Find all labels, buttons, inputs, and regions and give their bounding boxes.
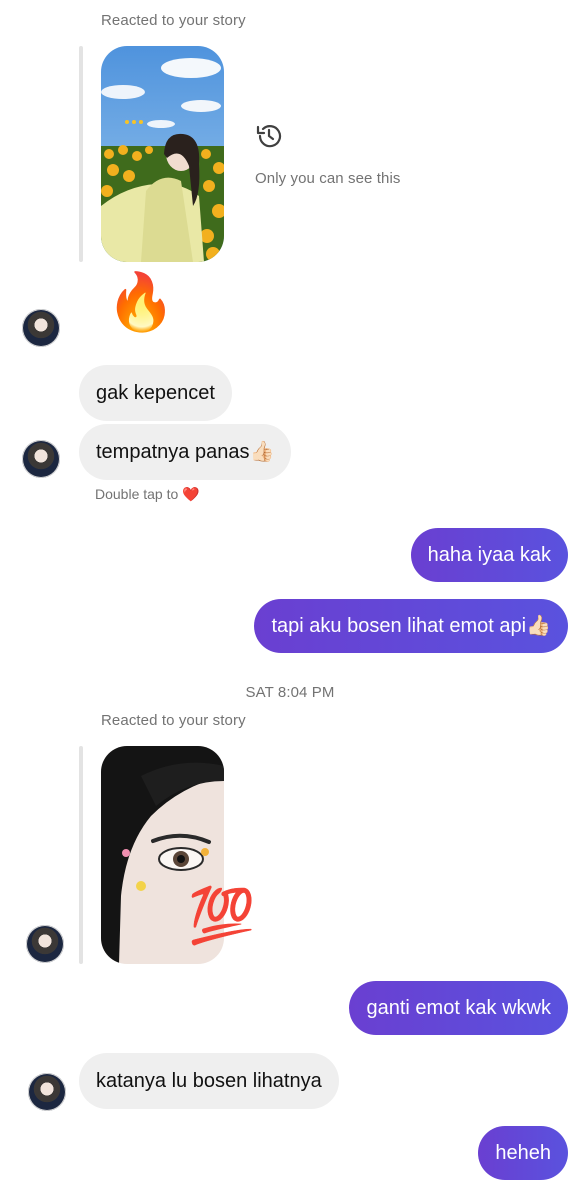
outgoing-message-bubble[interactable]: haha iyaa kak (410, 528, 568, 582)
outgoing-message-bubble[interactable]: tapi aku bosen lihat emot api👍🏻 (254, 599, 568, 653)
contact-avatar[interactable] (26, 925, 64, 963)
story-reaction-label: Reacted to your story (101, 712, 246, 729)
story-image (101, 46, 224, 262)
contact-avatar[interactable] (28, 1073, 66, 1111)
history-icon (254, 121, 284, 151)
contact-avatar[interactable] (22, 440, 60, 478)
story-reaction-label: Reacted to your story (101, 12, 246, 29)
story-reply-bar (79, 746, 83, 964)
hundred-reaction-emoji: 💯 (188, 884, 256, 947)
outgoing-message-bubble[interactable]: ganti emot kak wkwk (349, 981, 568, 1035)
fire-reaction-emoji: 🔥 (106, 270, 176, 335)
outgoing-message-bubble[interactable]: heheh (478, 1126, 568, 1180)
heart-icon: ❤️ (182, 487, 200, 503)
contact-avatar[interactable] (22, 309, 60, 347)
incoming-message-bubble[interactable]: tempatnya panas👍🏻 (79, 424, 292, 480)
message-timestamp: SAT 8:04 PM (245, 684, 335, 701)
double-tap-hint: Double tap to ❤️ (95, 486, 200, 503)
story-thumbnail-sunflower[interactable] (101, 46, 224, 262)
incoming-message-bubble[interactable]: katanya lu bosen lihatnya (79, 1053, 339, 1109)
story-reply-bar (79, 46, 83, 262)
incoming-message-bubble[interactable]: gak kepencet (79, 365, 232, 421)
only-you-can-see-note: Only you can see this (255, 170, 401, 187)
double-tap-label: Double tap to (95, 486, 179, 502)
